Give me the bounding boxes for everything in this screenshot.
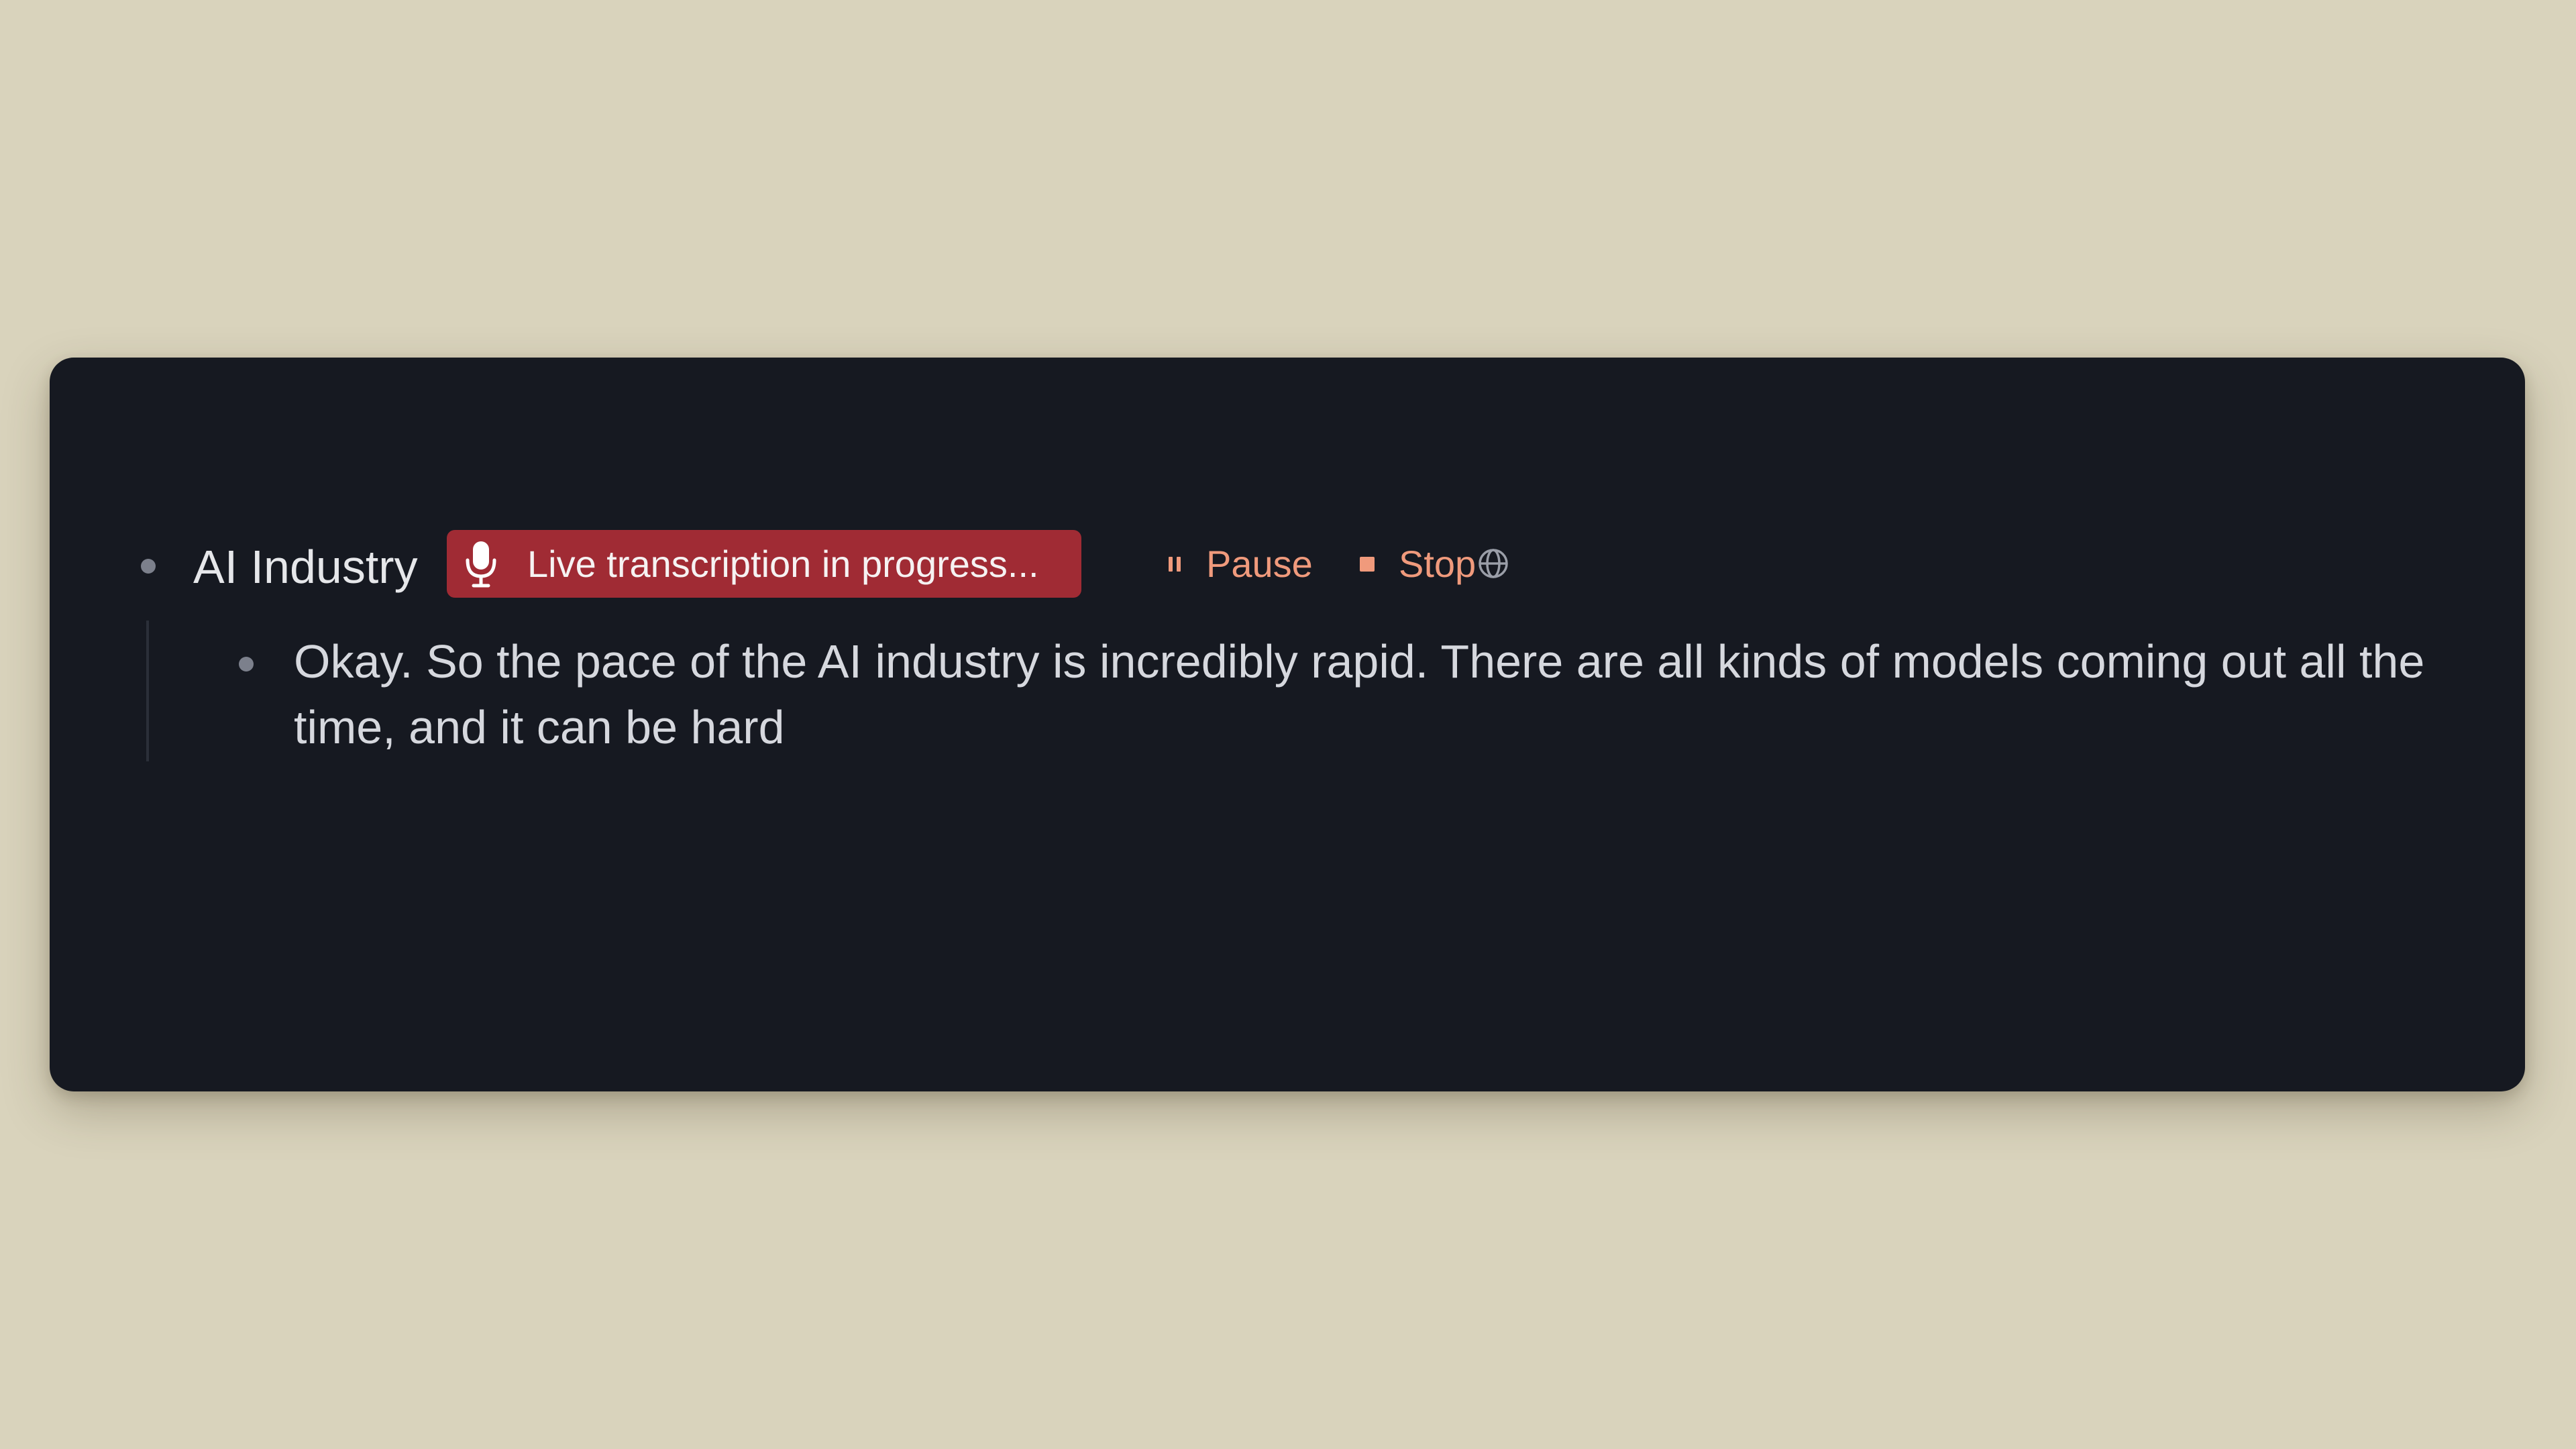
child-item-text[interactable]: Okay. So the pace of the AI industry is … bbox=[294, 629, 2501, 760]
pause-label: Pause bbox=[1206, 543, 1313, 585]
transcription-status-label: Live transcription in progress... bbox=[527, 543, 1039, 585]
stop-icon bbox=[1360, 556, 1375, 572]
parent-bullet[interactable] bbox=[141, 559, 156, 574]
parent-item-title[interactable]: AI Industry bbox=[193, 533, 418, 600]
pause-icon bbox=[1169, 556, 1181, 572]
pause-button[interactable]: Pause bbox=[1169, 530, 1313, 598]
outline-card: AI Industry Live transcription in progre… bbox=[50, 358, 2525, 1091]
thread-line bbox=[146, 621, 149, 761]
child-bullet[interactable] bbox=[239, 657, 254, 672]
stop-button[interactable]: Stop bbox=[1360, 530, 1476, 598]
stop-label: Stop bbox=[1399, 543, 1477, 585]
globe-icon[interactable] bbox=[1477, 547, 1509, 580]
microphone-icon bbox=[464, 540, 498, 588]
live-transcription-badge: Live transcription in progress... bbox=[447, 530, 1081, 598]
